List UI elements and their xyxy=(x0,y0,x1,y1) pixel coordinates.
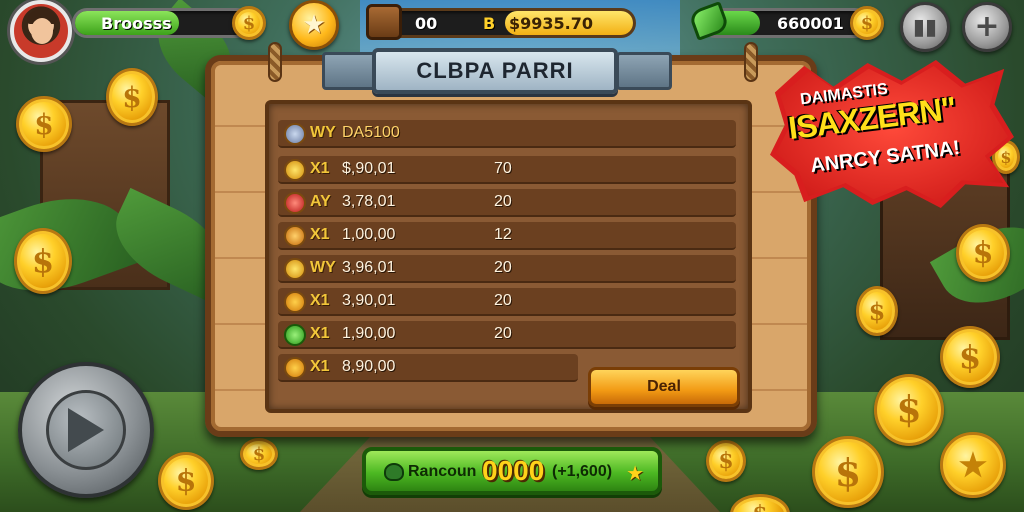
gems-bar-coin-icon: $ xyxy=(850,6,884,40)
coin-icon: $ xyxy=(240,438,278,470)
avatar-face xyxy=(31,18,53,44)
reward-button[interactable]: Rancoun 0000 (+1,600) ★ xyxy=(362,447,662,495)
rope-right xyxy=(744,42,758,82)
add-button[interactable]: + xyxy=(962,2,1012,52)
row-value: $,90,01 xyxy=(342,160,396,177)
arrow-right-icon xyxy=(68,408,104,452)
row-value: 3,78,01 xyxy=(342,193,396,210)
row-count: 12 xyxy=(494,226,512,243)
coin-icon: $ xyxy=(940,326,1000,388)
row-value: 1,90,00 xyxy=(342,325,396,342)
star-icon: ★ xyxy=(302,10,326,40)
coin-icon: $ xyxy=(14,228,72,294)
coin-icon: $ xyxy=(812,436,884,508)
gems-value: 660001 xyxy=(777,14,844,33)
gold-bar-label: $9935.70 xyxy=(509,14,594,33)
row-tag: WY xyxy=(310,259,336,276)
row-tag: X1 xyxy=(310,160,330,177)
coin-icon: $ xyxy=(106,68,158,126)
row-tag: WY xyxy=(310,124,336,141)
coin-icon: $ xyxy=(874,374,944,446)
title-wing-left xyxy=(322,52,378,90)
red-gem-icon xyxy=(284,192,306,214)
list-item[interactable]: X1 1,00,00 12 xyxy=(278,222,736,250)
player-bar-label: Broosss xyxy=(101,14,172,33)
row-value: 3,96,01 xyxy=(342,259,396,276)
avatar-icon xyxy=(284,123,306,145)
list-item[interactable]: X1 1,90,00 20 xyxy=(278,321,736,349)
gold-coin-icon xyxy=(284,291,306,313)
list-item[interactable]: X1 3,90,01 20 xyxy=(278,288,736,316)
list-item[interactable]: X1 $,90,01 70 xyxy=(278,156,736,184)
list-item[interactable]: AY 3,78,01 20 xyxy=(278,189,736,217)
row-tag: X1 xyxy=(310,358,330,375)
green-gem-icon xyxy=(284,324,306,346)
coin-icon: $ xyxy=(956,224,1010,282)
gold-counter: 00 xyxy=(415,14,438,33)
list-item[interactable]: X1 8,90,00 xyxy=(278,354,578,382)
row-count: 20 xyxy=(494,193,512,210)
coin-icon: $ xyxy=(706,440,746,482)
player-bar: Broosss xyxy=(72,8,252,38)
bar-chart-icon: ▮▮ xyxy=(912,14,938,40)
row-count: 20 xyxy=(494,325,512,342)
treasure-chest-icon xyxy=(366,4,402,40)
row-count: 20 xyxy=(494,292,512,309)
gold-bar-prefix: B xyxy=(483,14,496,33)
panel-title-plate: CLBPA PARRI xyxy=(372,48,618,94)
reward-sub: (+1,600) xyxy=(552,463,613,480)
star-icon: ★ xyxy=(626,461,644,485)
gold-coin-icon xyxy=(284,357,306,379)
title-wing-right xyxy=(616,52,672,90)
panel-title: CLBPA PARRI xyxy=(416,58,574,83)
rope-left xyxy=(268,42,282,82)
row-count: 70 xyxy=(494,160,512,177)
star-button[interactable]: ★ xyxy=(289,0,339,50)
virtual-joystick[interactable] xyxy=(18,362,154,498)
row-count: 20 xyxy=(494,259,512,276)
coin-icon: $ xyxy=(158,452,214,510)
plus-icon: + xyxy=(974,9,1000,44)
row-tag: X1 xyxy=(310,325,330,342)
row-tag: AY xyxy=(310,193,331,210)
coin-icon: $ xyxy=(856,286,898,336)
row-value: 3,90,01 xyxy=(342,292,396,309)
player-avatar[interactable] xyxy=(10,0,72,62)
gem-icon xyxy=(384,463,404,481)
star-coin-icon: ★ xyxy=(940,432,1006,498)
player-bar-coin-icon: $ xyxy=(232,6,266,40)
reward-label: Rancoun xyxy=(408,463,477,480)
coin-icon: $ xyxy=(16,96,72,152)
row-tag: X1 xyxy=(310,226,330,243)
row-value: 8,90,00 xyxy=(342,358,396,375)
row-tag: X1 xyxy=(310,292,330,309)
list-item[interactable]: WY 3,96,01 20 xyxy=(278,255,736,283)
gold-coin-icon xyxy=(284,159,306,181)
reward-amount: 0000 xyxy=(482,455,545,486)
gold-coin-icon xyxy=(284,258,306,280)
shield-icon xyxy=(284,225,306,247)
row-value: DA5100 xyxy=(342,124,400,141)
deal-button[interactable]: Deal xyxy=(588,367,740,407)
gold-bar: 00 B $9935.70 xyxy=(372,8,636,38)
row-value: 1,00,00 xyxy=(342,226,396,243)
list-header-row: WY DA5100 xyxy=(278,120,736,148)
stats-button[interactable]: ▮▮ xyxy=(900,2,950,52)
